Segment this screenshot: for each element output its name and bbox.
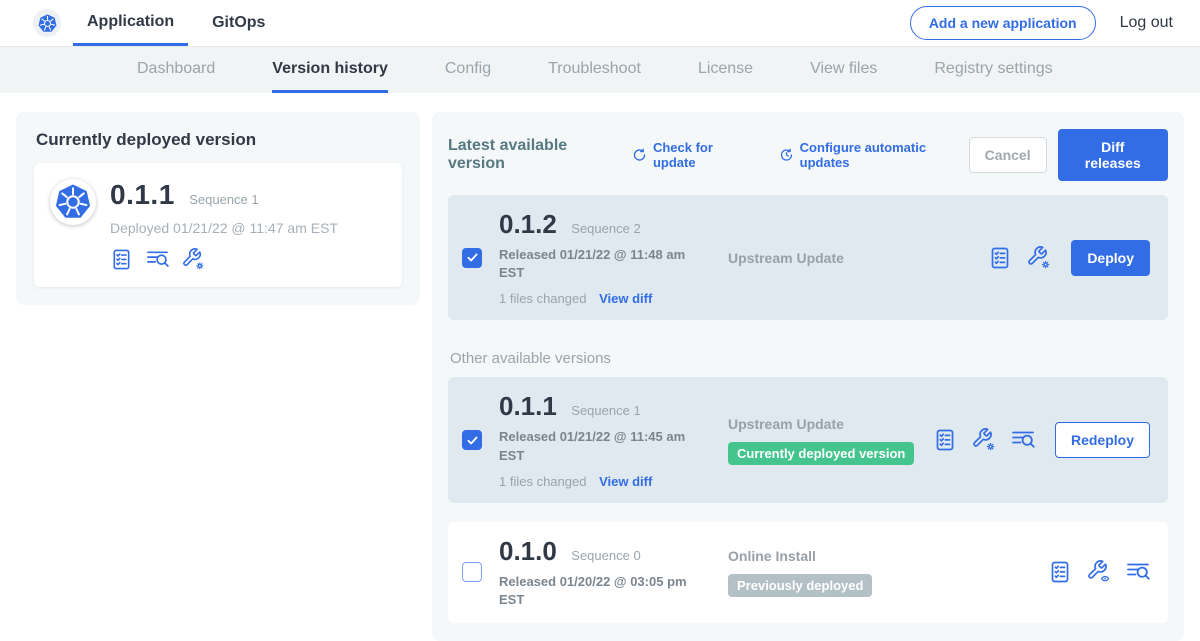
- files-changed-count: 1 files changed: [499, 291, 586, 306]
- view-files-icon[interactable]: [1126, 560, 1150, 584]
- version-checkbox[interactable]: [462, 562, 482, 582]
- top-tabs: Application GitOps: [73, 0, 289, 46]
- subnav-item-config[interactable]: Config: [445, 47, 491, 93]
- version-info: 0.1.0 Sequence 0 Released 01/20/22 @ 03:…: [499, 536, 714, 609]
- checkmark-icon: [466, 434, 479, 447]
- other-versions-title: Other available versions: [450, 350, 1168, 367]
- latest-version-header: Latest available version Check for updat…: [448, 129, 1168, 181]
- check-for-update-label: Check for update: [653, 140, 753, 170]
- version-number: 0.1.0: [499, 536, 557, 566]
- view-diff-link[interactable]: View diff: [599, 291, 652, 306]
- edit-config-icon[interactable]: [1027, 246, 1051, 270]
- currently-deployed-panel: Currently deployed version 0.1.1 Sequenc…: [16, 112, 420, 305]
- redeploy-button[interactable]: Redeploy: [1055, 422, 1150, 458]
- tab-application[interactable]: Application: [73, 0, 188, 46]
- diff-releases-button[interactable]: Diff releases: [1058, 129, 1168, 181]
- source-label: Upstream Update: [728, 416, 921, 432]
- tab-application-label: Application: [87, 13, 174, 31]
- app-subnav: Dashboard Version history Config Trouble…: [0, 47, 1200, 93]
- subnav-item-troubleshoot[interactable]: Troubleshoot: [548, 47, 641, 93]
- files-changed-line: 1 files changed View diff: [499, 291, 714, 306]
- view-diff-link[interactable]: View diff: [599, 474, 652, 489]
- files-changed-count: 1 files changed: [499, 474, 586, 489]
- logout-link[interactable]: Log out: [1120, 14, 1173, 32]
- preflight-checks-icon[interactable]: [988, 246, 1012, 270]
- version-source: Upstream Update: [714, 250, 976, 266]
- tab-gitops-label: GitOps: [212, 14, 265, 32]
- configure-automatic-updates-label: Configure automatic updates: [800, 140, 969, 170]
- version-actions: Deploy: [988, 240, 1150, 276]
- kubernetes-logo-icon: [33, 9, 61, 37]
- deployed-timestamp: Deployed 01/21/22 @ 11:47 am EST: [110, 220, 338, 236]
- version-info: 0.1.1 Sequence 1 Released 01/21/22 @ 11:…: [499, 391, 714, 488]
- view-config-icon[interactable]: [1087, 560, 1111, 584]
- preflight-checks-icon[interactable]: [933, 428, 957, 452]
- configure-automatic-updates-link[interactable]: Configure automatic updates: [779, 140, 969, 170]
- deployed-sequence-label: Sequence 1: [189, 192, 258, 207]
- check-for-update-link[interactable]: Check for update: [632, 140, 753, 170]
- edit-config-icon[interactable]: [972, 428, 996, 452]
- app-kubernetes-icon: [50, 179, 96, 225]
- version-checkbox[interactable]: [462, 430, 482, 450]
- top-nav-bar: Application GitOps Add a new application…: [0, 0, 1200, 47]
- version-actions: [1048, 560, 1150, 584]
- version-source: Online Install Previously deployed: [714, 548, 1036, 597]
- sequence-label: Sequence 0: [571, 548, 640, 563]
- version-checkbox[interactable]: [462, 248, 482, 268]
- version-number: 0.1.1: [499, 391, 557, 421]
- released-timestamp: Released 01/20/22 @ 03:05 pm EST: [499, 573, 689, 609]
- sequence-label: Sequence 1: [571, 403, 640, 418]
- preflight-checks-icon[interactable]: [1048, 560, 1072, 584]
- deploy-button[interactable]: Deploy: [1071, 240, 1150, 276]
- deployed-version-card: 0.1.1 Sequence 1 Deployed 01/21/22 @ 11:…: [34, 163, 402, 287]
- version-number: 0.1.2: [499, 209, 557, 239]
- add-application-button[interactable]: Add a new application: [910, 6, 1096, 40]
- view-files-icon[interactable]: [1011, 428, 1035, 452]
- cancel-button[interactable]: Cancel: [969, 137, 1047, 173]
- version-row-0-1-1: 0.1.1 Sequence 1 Released 01/21/22 @ 11:…: [448, 377, 1168, 502]
- source-label: Upstream Update: [728, 250, 976, 266]
- deployed-version-number: 0.1.1: [110, 179, 175, 210]
- version-source: Upstream Update Currently deployed versi…: [714, 416, 921, 465]
- version-history-panel: Latest available version Check for updat…: [432, 112, 1184, 641]
- previously-deployed-badge: Previously deployed: [728, 574, 872, 597]
- version-row-0-1-0: 0.1.0 Sequence 0 Released 01/20/22 @ 03:…: [448, 522, 1168, 623]
- subnav-item-version-history[interactable]: Version history: [272, 47, 388, 93]
- edit-config-icon[interactable]: [182, 248, 205, 271]
- currently-deployed-badge: Currently deployed version: [728, 442, 914, 465]
- currently-deployed-title: Currently deployed version: [36, 130, 402, 150]
- subnav-item-dashboard[interactable]: Dashboard: [137, 47, 215, 93]
- released-timestamp: Released 01/21/22 @ 11:45 am EST: [499, 428, 689, 464]
- deployed-action-icons: [110, 248, 338, 271]
- released-timestamp: Released 01/21/22 @ 11:48 am EST: [499, 246, 689, 282]
- top-right-actions: Add a new application Log out: [910, 0, 1200, 46]
- checkmark-icon: [466, 251, 479, 264]
- version-row-0-1-2: 0.1.2 Sequence 2 Released 01/21/22 @ 11:…: [448, 195, 1168, 320]
- refresh-icon: [632, 147, 647, 163]
- source-label: Online Install: [728, 548, 1036, 564]
- tab-gitops[interactable]: GitOps: [198, 0, 279, 46]
- version-info: 0.1.2 Sequence 2 Released 01/21/22 @ 11:…: [499, 209, 714, 306]
- deployed-version-info: 0.1.1 Sequence 1 Deployed 01/21/22 @ 11:…: [110, 179, 338, 271]
- subnav-item-license[interactable]: License: [698, 47, 753, 93]
- version-actions: Redeploy: [933, 422, 1150, 458]
- subnav-item-view-files[interactable]: View files: [810, 47, 877, 93]
- subnav-item-registry-settings[interactable]: Registry settings: [934, 47, 1052, 93]
- sequence-label: Sequence 2: [571, 221, 640, 236]
- files-changed-line: 1 files changed View diff: [499, 474, 714, 489]
- auto-update-clock-icon: [779, 147, 794, 163]
- view-files-icon[interactable]: [146, 248, 169, 271]
- preflight-checks-icon[interactable]: [110, 248, 133, 271]
- latest-version-title: Latest available version: [448, 137, 618, 173]
- main-content: Currently deployed version 0.1.1 Sequenc…: [0, 93, 1200, 641]
